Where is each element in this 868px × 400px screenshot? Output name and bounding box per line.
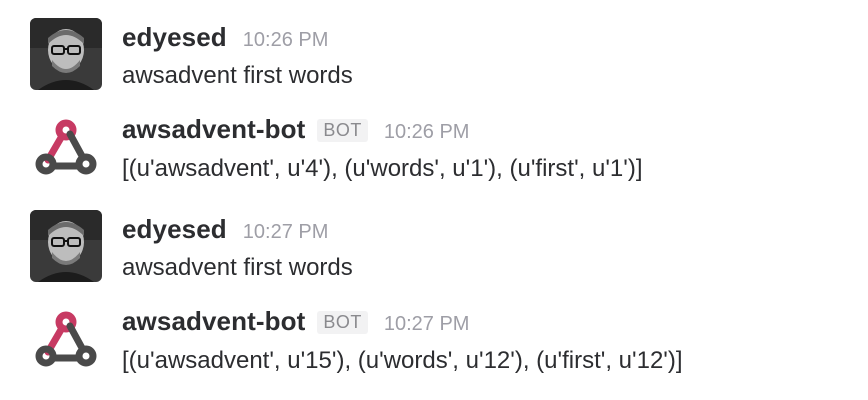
message-header: awsadvent-bot BOT 10:27 PM [122, 306, 469, 340]
author-name[interactable]: awsadvent-bot [122, 114, 305, 145]
user-photo-icon [30, 18, 102, 90]
message-header: awsadvent-bot BOT 10:26 PM [122, 114, 469, 148]
author-name[interactable]: edyesed [122, 214, 227, 245]
timestamp[interactable]: 10:27 PM [243, 221, 329, 244]
user-photo-icon [30, 210, 102, 282]
webhook-icon [35, 311, 97, 367]
message-item: edyesed 10:27 PM awsadvent first words [0, 192, 868, 288]
message-header: edyesed 10:27 PM [122, 214, 328, 248]
timestamp[interactable]: 10:26 PM [384, 121, 470, 144]
message-text: [(u'awsadvent', u'15'), (u'words', u'12'… [122, 347, 683, 374]
avatar[interactable] [30, 18, 102, 90]
message-item: awsadvent-bot BOT 10:27 PM [(u'awsadvent… [0, 288, 868, 384]
message-text: awsadvent first words [122, 62, 353, 89]
avatar[interactable] [30, 210, 102, 282]
avatar[interactable] [30, 112, 102, 184]
bot-badge: BOT [317, 311, 368, 334]
timestamp[interactable]: 10:27 PM [384, 313, 470, 336]
author-name[interactable]: awsadvent-bot [122, 306, 305, 337]
message-text: awsadvent first words [122, 254, 353, 281]
message-text: [(u'awsadvent', u'4'), (u'words', u'1'),… [122, 155, 643, 182]
timestamp[interactable]: 10:26 PM [243, 29, 329, 52]
message-item: edyesed 10:26 PM awsadvent first words [0, 0, 868, 96]
bot-badge: BOT [317, 119, 368, 142]
message-header: edyesed 10:26 PM [122, 22, 328, 56]
avatar[interactable] [30, 304, 102, 376]
message-item: awsadvent-bot BOT 10:26 PM [(u'awsadvent… [0, 96, 868, 192]
webhook-icon [35, 119, 97, 175]
author-name[interactable]: edyesed [122, 22, 227, 53]
